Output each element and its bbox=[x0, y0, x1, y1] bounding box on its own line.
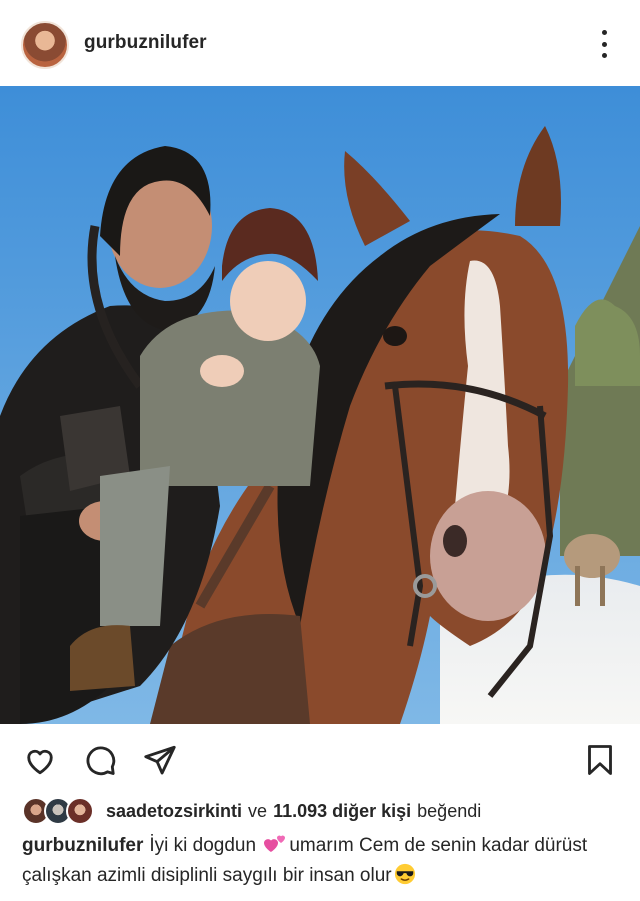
paper-plane-icon[interactable] bbox=[142, 742, 178, 778]
more-options-icon[interactable] bbox=[596, 30, 612, 58]
post-username[interactable]: gurbuznilufer bbox=[84, 32, 207, 54]
user-avatar[interactable] bbox=[21, 21, 69, 69]
likes-count[interactable]: 11.093 diğer kişi bbox=[273, 801, 411, 822]
heart-outline-icon[interactable] bbox=[22, 742, 58, 778]
post-caption: gurbuznilufer İyi ki dogdun umarım Cem de… bbox=[22, 831, 622, 891]
sunglasses-emoji-icon bbox=[394, 863, 415, 885]
likes-suffix: beğendi bbox=[417, 800, 482, 821]
post-photo[interactable] bbox=[0, 86, 640, 724]
post-actions-bar bbox=[0, 724, 640, 794]
photo-illustration bbox=[0, 86, 640, 724]
bookmark-outline-icon[interactable] bbox=[582, 742, 618, 778]
liker-avatar bbox=[66, 797, 94, 825]
comment-bubble-icon[interactable] bbox=[82, 742, 118, 778]
caption-username[interactable]: gurbuznilufer bbox=[22, 835, 143, 856]
caption-text-1: İyi ki dogdun bbox=[149, 835, 257, 856]
post-header: gurbuznilufer bbox=[0, 0, 640, 86]
liker-avatars[interactable] bbox=[22, 797, 96, 825]
likes-summary: saadetozsirkinti ve 11.093 diğer kişi be… bbox=[22, 795, 481, 827]
first-liker-username[interactable]: saadetozsirkinti bbox=[106, 801, 242, 822]
likes-joiner: ve bbox=[248, 800, 268, 821]
two-hearts-icon bbox=[264, 835, 286, 852]
